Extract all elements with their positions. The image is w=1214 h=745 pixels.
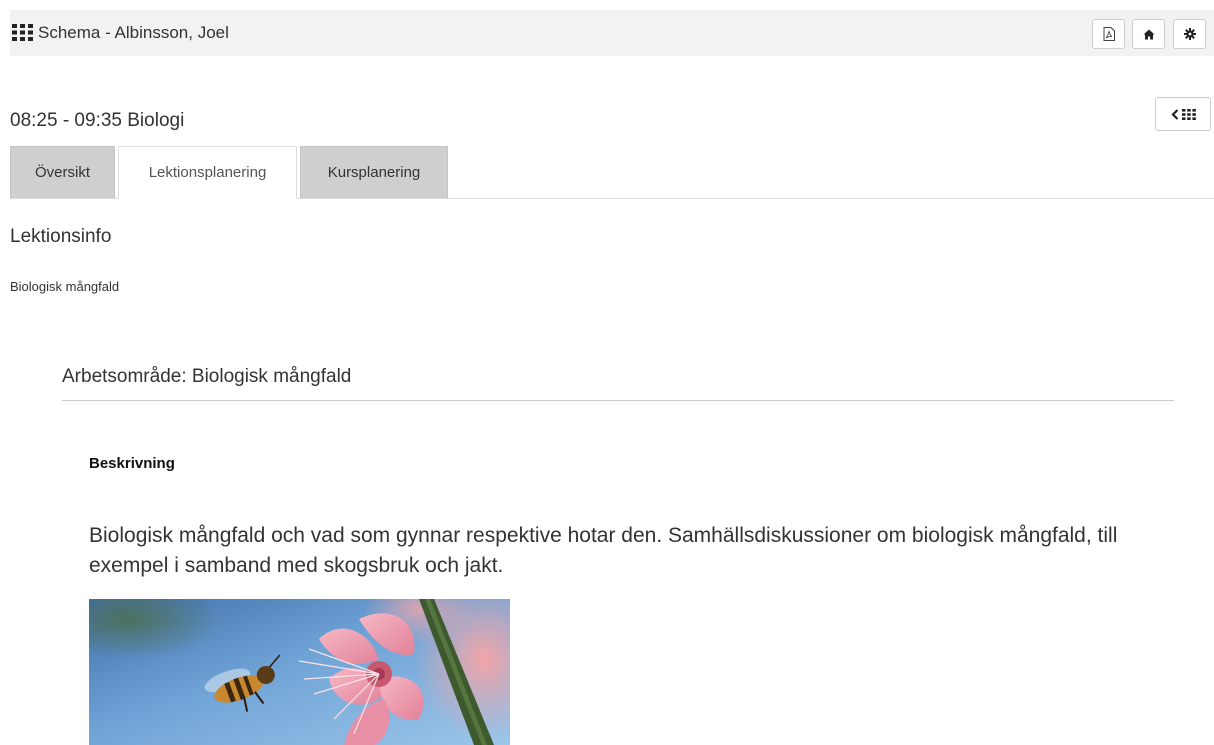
grid-icon[interactable] <box>12 24 33 41</box>
back-to-schedule-button[interactable] <box>1155 97 1211 131</box>
chevron-left-icon <box>1170 108 1178 120</box>
bee-flower-photo <box>89 599 510 745</box>
work-area-title: Arbetsområde: Biologisk mångfald <box>62 366 352 387</box>
top-bar: Schema - Albinsson, Joel <box>10 10 1214 56</box>
tab-lektionsplanering[interactable]: Lektionsplanering <box>118 146 297 199</box>
settings-button[interactable] <box>1173 19 1206 49</box>
page-title: Schema - Albinsson, Joel <box>38 23 229 42</box>
pdf-button[interactable] <box>1092 19 1125 49</box>
work-area-divider <box>62 400 1174 401</box>
home-icon <box>1143 29 1154 39</box>
grid-icon <box>1181 108 1196 120</box>
description-label: Beskrivning <box>89 455 175 472</box>
tab-kursplanering[interactable]: Kursplanering <box>300 146 448 198</box>
description-text: Biologisk mångfald och vad som gynnar re… <box>89 524 1118 577</box>
gear-icon <box>1183 28 1196 40</box>
tab-oversikt[interactable]: Översikt <box>10 146 115 198</box>
home-button[interactable] <box>1132 19 1165 49</box>
lesson-info-text: Biologisk mångfald <box>10 279 120 294</box>
pdf-icon <box>1103 27 1115 41</box>
lesson-info-heading: Lektionsinfo <box>10 226 112 247</box>
lesson-title: 08:25 - 09:35 Biologi <box>10 110 185 131</box>
